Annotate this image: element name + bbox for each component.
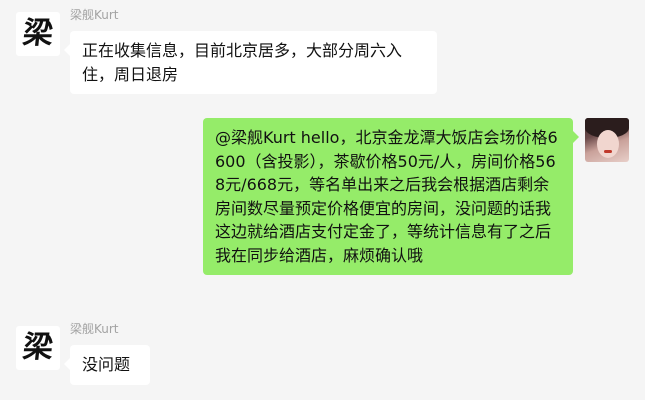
avatar-lips <box>604 150 612 153</box>
avatar-face <box>597 130 619 158</box>
sender-avatar[interactable]: 梁 <box>16 12 60 56</box>
message-bubble[interactable]: 没问题 <box>64 345 150 385</box>
my-avatar[interactable] <box>585 118 629 162</box>
message-bubble[interactable]: @梁舰Kurt hello，北京金龙潭大饭店会场价格6600（含投影），茶歇价格… <box>203 118 579 275</box>
sender-name: 梁舰Kurt <box>70 322 119 336</box>
avatar-character: 梁 <box>21 16 55 51</box>
avatar-character: 梁 <box>21 330 55 365</box>
message-bubble[interactable]: 正在收集信息，目前北京居多，大部分周六入住，周日退房 <box>64 31 437 94</box>
sender-avatar[interactable]: 梁 <box>16 326 60 370</box>
sender-name: 梁舰Kurt <box>70 8 119 22</box>
